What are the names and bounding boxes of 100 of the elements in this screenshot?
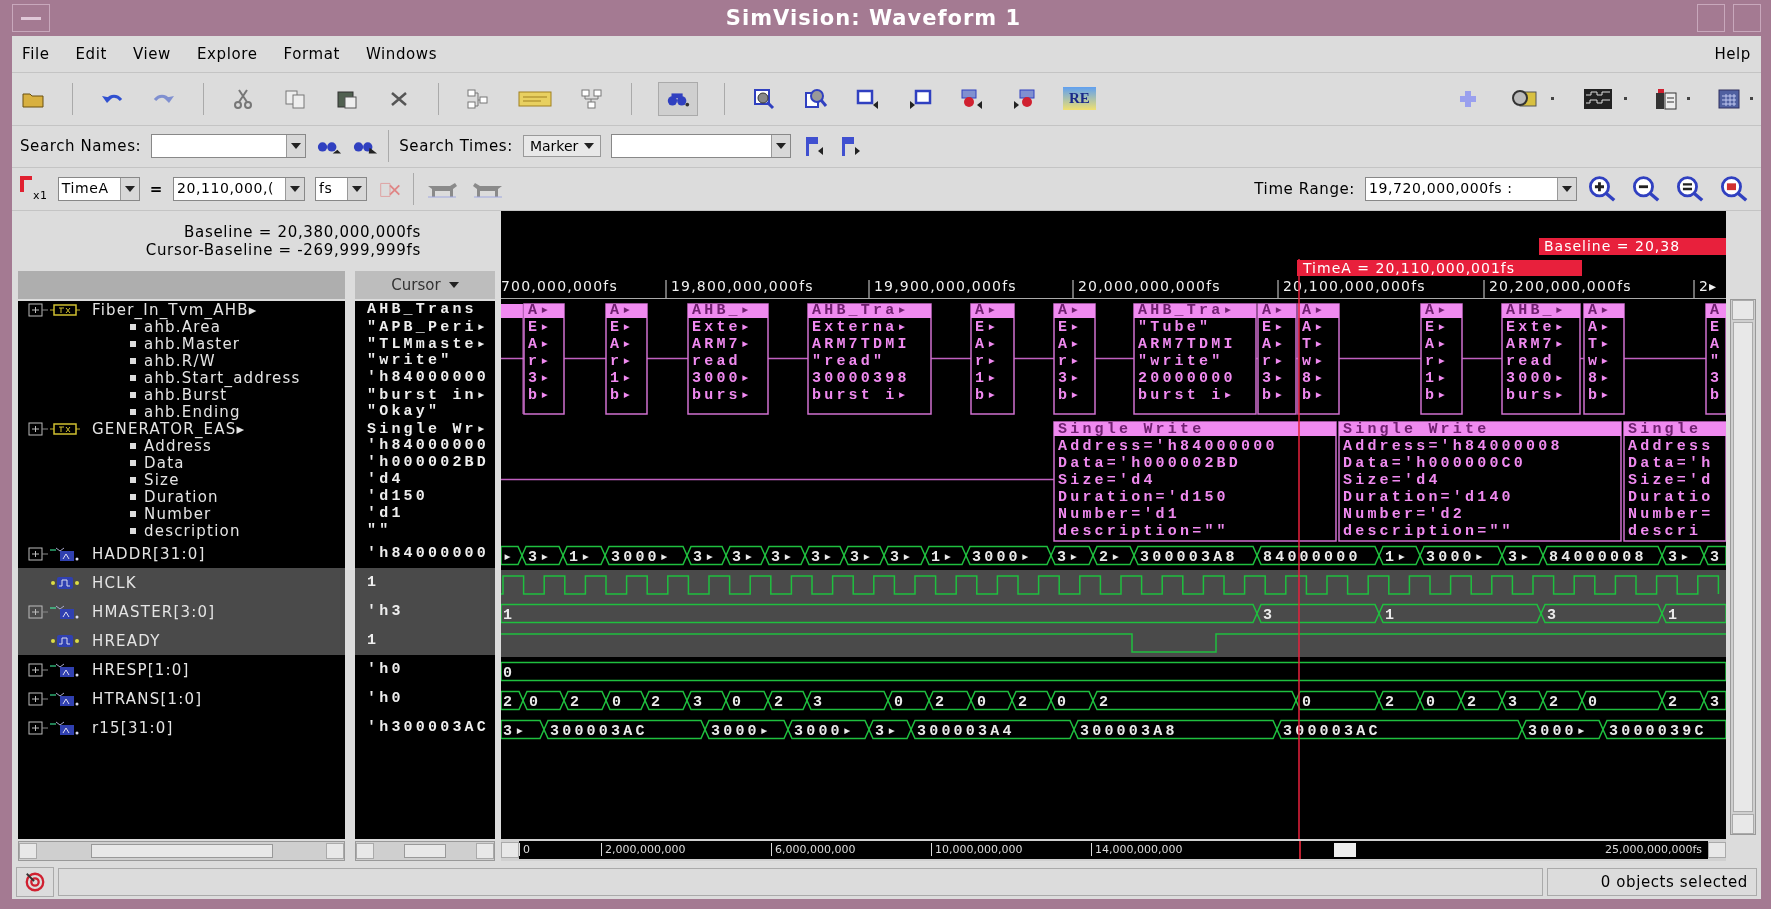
baseline-label[interactable]: Baseline = 20,38	[1539, 238, 1726, 256]
expand-icon[interactable]	[28, 691, 48, 706]
caret-icon[interactable]	[1624, 97, 1627, 101]
bus-value[interactable]: 2	[928, 690, 972, 712]
signal-row[interactable]: HCLK	[18, 568, 345, 598]
bus-value[interactable]: 2	[1011, 690, 1052, 712]
caret-icon[interactable]	[1551, 97, 1554, 101]
expand-icon[interactable]	[28, 302, 48, 317]
signal-row[interactable]: HREADY	[18, 626, 345, 656]
transaction-box[interactable]: Single Address Data='h Size='d Duratio Number= descri	[1623, 421, 1726, 542]
bus-value[interactable]: 0	[970, 690, 1013, 712]
search-times-field[interactable]	[611, 134, 792, 159]
bus-value[interactable]: 1▸	[1378, 545, 1421, 567]
field-name[interactable]: ahb.Master	[144, 334, 241, 353]
transaction-box[interactable]: A▸ A▸ T▸ w▸ 8▸ b▸	[1583, 302, 1625, 415]
field-name[interactable]: Size	[144, 470, 180, 489]
transaction-box[interactable]: A E A " 3 b	[1705, 302, 1726, 415]
field-name[interactable]: description	[144, 521, 241, 540]
bus-value[interactable]: 0	[887, 690, 930, 712]
transaction-box[interactable]: A▸ E▸ A▸ r▸ 3▸ b▸	[523, 302, 565, 415]
dropdown-button[interactable]	[771, 135, 791, 158]
bus-value[interactable]: 3	[1703, 545, 1726, 567]
bus-value[interactable]: 2	[501, 690, 524, 712]
expand-icon[interactable]	[28, 604, 48, 619]
transaction-box[interactable]: Single Write Address='h84000000 Data='h000002BD Size='d4 Duration='d150 Number='d1 description=""	[1053, 421, 1337, 542]
bus-value[interactable]: 1	[1378, 603, 1542, 625]
transaction-box[interactable]	[501, 303, 524, 415]
schematic-icon[interactable]	[465, 86, 491, 111]
signal-row[interactable]: HTRANS[1:0]	[18, 684, 345, 714]
bus-value[interactable]: 3	[1256, 603, 1380, 625]
bus-value[interactable]: 2	[1542, 690, 1583, 712]
binoculars-icon[interactable]	[658, 81, 698, 116]
bus-value[interactable]: 3▸	[1501, 545, 1544, 567]
field-name[interactable]: ahb.Ending	[144, 402, 241, 421]
bus-value[interactable]: 2▸	[1092, 545, 1135, 567]
unit-field[interactable]: fs	[314, 177, 367, 202]
bus-value[interactable]: 84000008	[1542, 545, 1663, 567]
bus-value[interactable]: 2	[1092, 690, 1297, 712]
view-window-handle[interactable]	[1334, 843, 1356, 858]
marker-field[interactable]: TimeA	[57, 177, 140, 202]
horizontal-scrollbar[interactable]	[18, 841, 345, 862]
delete-marker-right-icon[interactable]	[1011, 86, 1037, 111]
bus-value[interactable]: 0	[501, 661, 1726, 683]
cursor-column-header[interactable]: Cursor	[355, 271, 495, 300]
bus-value[interactable]: 3▸	[843, 545, 885, 567]
bus-value[interactable]: 0	[605, 690, 646, 712]
bus-value[interactable]: 3▸	[764, 545, 806, 567]
bus-value[interactable]: 2	[644, 690, 688, 712]
signal-row[interactable]: HADDR[31:0]	[18, 539, 345, 569]
dropdown-button[interactable]	[286, 135, 306, 158]
dropdown-button[interactable]	[1557, 178, 1576, 201]
transaction-box[interactable]: A▸ E▸ A▸ r▸ 1▸ b▸	[1420, 302, 1463, 415]
field-name[interactable]: ahb.R/W	[144, 351, 216, 370]
dropdown-button[interactable]	[284, 178, 304, 201]
horizontal-scrollbar[interactable]	[355, 841, 495, 862]
bus-value[interactable]: 300003A4	[910, 719, 1075, 741]
signal-name[interactable]: GENERATOR_EAS▸	[92, 419, 246, 438]
field-name[interactable]: Data	[144, 453, 185, 472]
expand-icon[interactable]	[28, 720, 48, 735]
menu-item[interactable]: Edit	[75, 44, 107, 63]
signal-name[interactable]: Fiber_In_Tvm_AHB▸	[92, 301, 258, 319]
transaction-box[interactable]: AHB_▸ Exte▸ ARM7▸ read 3000▸ burs▸	[687, 302, 769, 415]
field-name[interactable]: ahb.Start_address	[144, 368, 301, 387]
bus-value[interactable]: 3	[1703, 690, 1726, 712]
transaction-box[interactable]: A▸ A▸ T▸ w▸ 8▸ b▸	[1297, 302, 1340, 415]
bus-value[interactable]: 3000▸	[965, 545, 1052, 567]
waveform-view[interactable]	[501, 211, 1726, 840]
field-name[interactable]: ahb.Burst	[144, 385, 228, 404]
bus-value[interactable]: 2	[1378, 690, 1421, 712]
field-name[interactable]: ahb.Area	[144, 317, 222, 336]
bus-value[interactable]: 300003AC	[543, 719, 706, 741]
time-range-field[interactable]: 19,720,000,000fs :	[1365, 177, 1577, 202]
cursor-label[interactable]: TimeA = 20,110,000,001fs	[1297, 260, 1582, 277]
expand-icon[interactable]	[28, 421, 48, 436]
scrollbar-thumb[interactable]	[1733, 322, 1753, 813]
field-name[interactable]: Duration	[144, 487, 219, 506]
dropdown-button[interactable]	[346, 178, 366, 201]
bus-value[interactable]: 3	[1501, 690, 1544, 712]
signal-row[interactable]: HRESP[1:0]	[18, 655, 345, 685]
caret-icon[interactable]	[1750, 97, 1753, 101]
menu-item[interactable]: Explore	[196, 44, 258, 63]
expand-icon[interactable]	[28, 662, 48, 677]
bus-value[interactable]: 3▸	[501, 719, 545, 741]
bus-value[interactable]: 3▸	[1661, 545, 1705, 567]
bus-value[interactable]: 3	[686, 690, 727, 712]
search-names-field[interactable]	[151, 134, 307, 159]
menu-item[interactable]: Help	[1714, 44, 1751, 63]
bus-value[interactable]: 3000▸	[1521, 719, 1604, 741]
search-icon[interactable]	[803, 86, 829, 111]
field-name[interactable]: Number	[144, 504, 212, 523]
transaction-box[interactable]: A▸ E▸ A▸ r▸ 3▸ b▸	[1257, 302, 1297, 415]
bus-value[interactable]: 300003A8	[1133, 545, 1258, 567]
bus-value[interactable]: 3	[1540, 603, 1663, 625]
delete-marker-left-icon[interactable]	[959, 86, 985, 111]
bus-value[interactable]: 3000▸	[1419, 545, 1503, 567]
menu-item[interactable]: View	[132, 44, 171, 63]
caret-icon[interactable]	[1687, 97, 1690, 101]
bus-value[interactable]: 3000▸	[604, 545, 688, 567]
bus-value[interactable]: 3▸	[686, 545, 727, 567]
transaction-box[interactable]: A▸ E▸ A▸ r▸ 3▸ b▸	[1053, 302, 1096, 415]
